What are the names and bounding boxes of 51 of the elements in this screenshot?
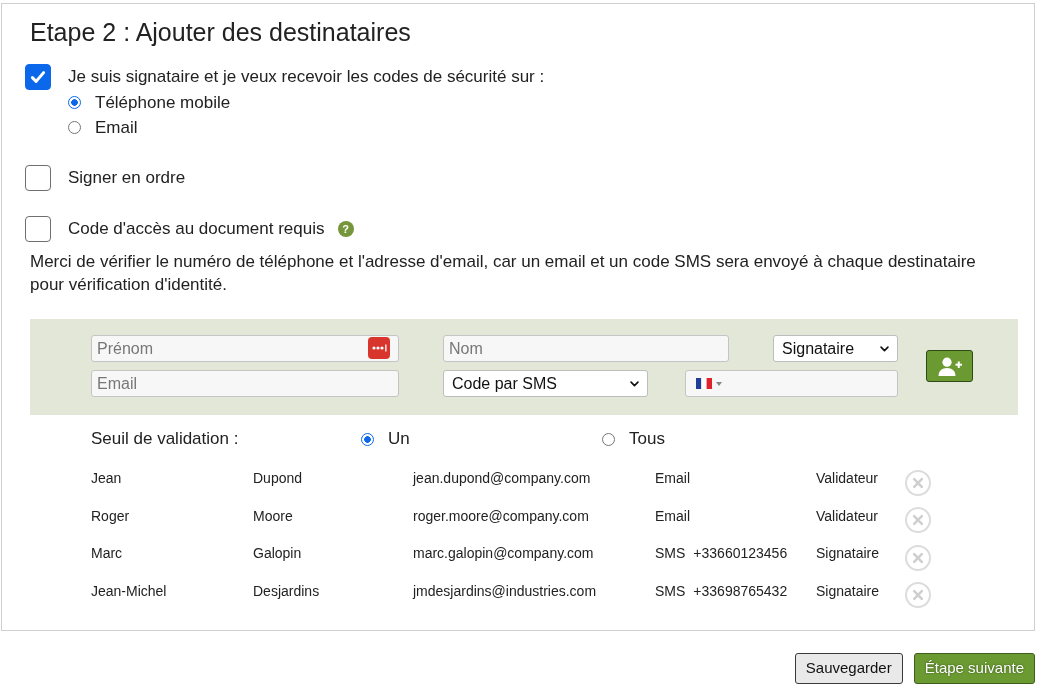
table-cell-text: Jean-Michel	[91, 581, 167, 601]
table-cell-text: jmdesjardins@industries.com	[413, 581, 597, 601]
table-cell-text: Marc	[91, 544, 123, 564]
flag-icon[interactable]	[696, 378, 712, 389]
dots-icon[interactable]	[368, 337, 390, 359]
table-cell-text: Roger	[91, 506, 130, 526]
last-name-field[interactable]: Nom	[443, 335, 729, 362]
table-cell-text: Galopin	[253, 544, 302, 564]
checkbox[interactable]	[25, 216, 51, 242]
caret-icon[interactable]	[716, 381, 722, 386]
email-field[interactable]: Email	[91, 370, 399, 397]
table-cell-text: Validateur	[816, 469, 878, 489]
delivery-select[interactable]: Code par SMS	[443, 370, 648, 397]
radio-label: Email	[95, 116, 138, 139]
radio-label: Téléphone mobile	[95, 91, 231, 114]
checkbox[interactable]	[25, 64, 51, 90]
table-cell-text: Validateur	[816, 506, 878, 526]
table-cell-text: Desjardins	[253, 581, 320, 601]
table-cell-text: +33698765432	[693, 581, 788, 601]
table-cell-text: jean.dupond@company.com	[413, 469, 591, 489]
radio-button[interactable]	[68, 96, 81, 109]
threshold-label: Seuil de validation :	[91, 428, 240, 451]
table-cell-text: marc.galopin@company.com	[413, 544, 594, 564]
add-user-icon	[937, 356, 962, 376]
table-cell-text: Signataire	[816, 544, 880, 564]
table-cell-text: Email	[655, 506, 690, 526]
table-cell-text: Moore	[253, 506, 293, 526]
radio-label: Tous	[629, 428, 665, 451]
table-cell-text: +33660123456	[693, 544, 788, 564]
radio-button[interactable]	[361, 432, 374, 446]
save-button[interactable]: Sauvegarder	[794, 653, 903, 684]
table-cell-text: Dupond	[253, 469, 303, 489]
radio-button[interactable]	[68, 121, 81, 134]
radio-label: Un	[388, 428, 410, 451]
phone-field[interactable]	[685, 370, 898, 397]
table-cell-text: Jean	[91, 469, 122, 489]
option-label: Signer en ordre	[68, 167, 186, 190]
table-cell-text: Email	[655, 469, 690, 489]
checkbox[interactable]	[25, 165, 51, 191]
role-select[interactable]: Signataire	[773, 335, 898, 362]
notice-text: Merci de vérifier le numéro de téléphone et l'adresse d'email, car un email et un code SMS sera envoyé à chaque destinataire pour vérification d'identité.	[30, 251, 977, 296]
option-label: Je suis signataire et je veux recevoir les codes de sécurité sur :	[68, 66, 545, 89]
table-cell-text: roger.moore@company.com	[413, 506, 589, 526]
first-name-field[interactable]: Prénom	[91, 335, 399, 362]
table-cell-text: SMS	[655, 544, 686, 564]
radio-button[interactable]	[602, 432, 615, 446]
add-recipient-button[interactable]	[926, 350, 973, 382]
table-cell-text: Signataire	[816, 581, 880, 601]
table-cell-text: SMS	[655, 581, 686, 601]
step-title: Etape 2 : Ajouter des destinataires	[30, 18, 412, 47]
option-label: Code d'accès au document requis	[68, 218, 325, 241]
